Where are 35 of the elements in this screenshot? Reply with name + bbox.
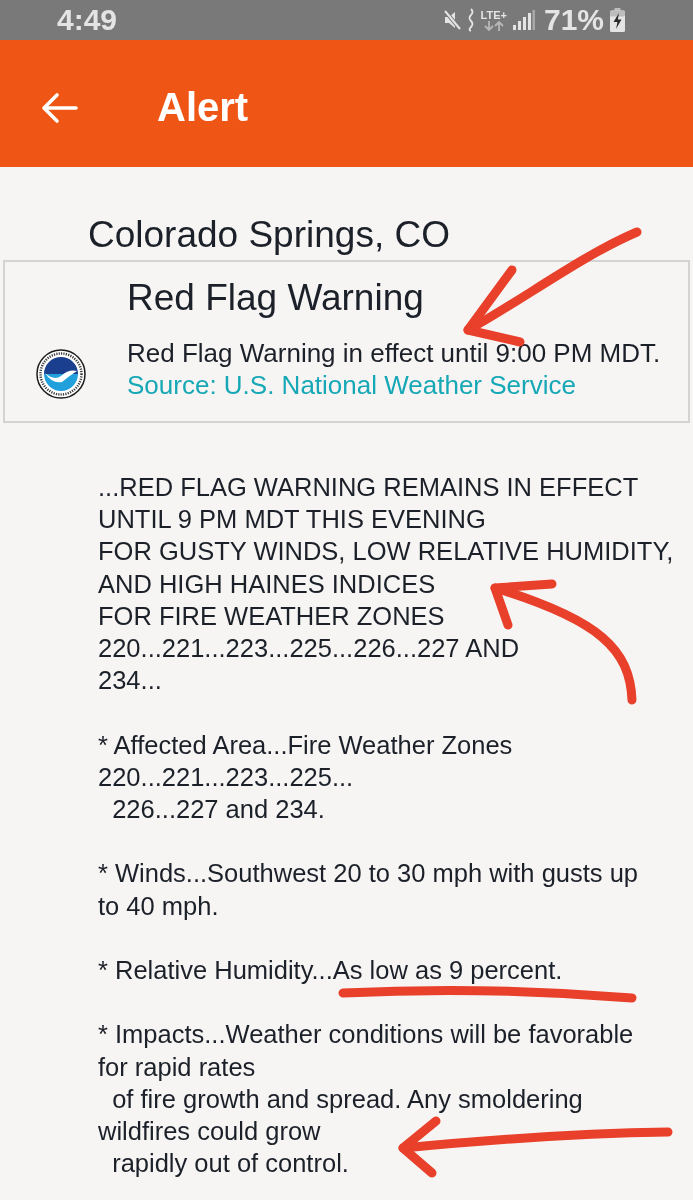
muted-speaker-icon <box>443 9 462 31</box>
alert-text-line: wildfires could grow <box>98 1116 321 1147</box>
alert-text-line: * Impacts...Weather conditions will be favorable <box>98 1019 634 1051</box>
alert-summary: Red Flag Warning in effect until 9:00 PM MDT. <box>127 337 661 369</box>
alert-text-line: UNTIL 9 PM MDT THIS EVENING <box>98 504 486 536</box>
alert-text-line: FOR GUSTY WINDS, LOW RELATIVE HUMIDITY, <box>98 536 674 568</box>
alert-text-line: for rapid rates <box>98 1051 256 1083</box>
alert-text-line: 220...221...223...225...226...227 AND <box>98 633 520 664</box>
alert-title: Red Flag Warning <box>127 278 424 318</box>
battery-percent: 71% <box>543 3 604 37</box>
back-button[interactable] <box>40 91 78 124</box>
alert-text-line: rapidly out of control. <box>111 1148 349 1180</box>
alert-text-line: 220...221...223...225... <box>98 761 354 793</box>
battery-charging-icon <box>610 8 625 32</box>
alert-card[interactable]: Red Flag Warning Red Flag Warning in effect until 9:00 PM MDT. Source: U.S. National Weather Service <box>3 260 690 423</box>
data-arrows-icon <box>483 20 504 31</box>
alert-text-line: of fire growth and spread. Any smoldering <box>111 1083 583 1115</box>
location-heading: Colorado Springs, CO <box>88 215 451 255</box>
signal-icon <box>512 10 535 30</box>
alert-text-line: 234... <box>98 665 162 697</box>
network-type-label: LTE+ <box>480 9 507 21</box>
vibration-icon <box>467 8 475 32</box>
alert-text-line: * Relative Humidity...As low as 9 percent. <box>98 955 563 986</box>
back-arrow-icon <box>40 91 78 124</box>
alert-text-line: ...RED FLAG WARNING REMAINS IN EFFECT <box>98 472 639 503</box>
alert-text-line: * Winds...Southwest 20 to 30 mph with gusts up <box>98 858 639 890</box>
alert-source: Source: U.S. National Weather Service <box>127 369 576 401</box>
alert-text-line: AND HIGH HAINES INDICES <box>98 568 436 600</box>
alert-text-line: to 40 mph. <box>98 890 219 922</box>
alert-text-line: * Affected Area...Fire Weather Zones <box>98 729 513 761</box>
status-time: 4:49 <box>57 3 118 37</box>
alert-text-line: 226...227 and 234. <box>111 794 325 825</box>
seal-icon <box>36 349 86 399</box>
alert-text-line: FOR FIRE WEATHER ZONES <box>98 600 445 632</box>
app-bar-title: Alert <box>157 85 249 130</box>
